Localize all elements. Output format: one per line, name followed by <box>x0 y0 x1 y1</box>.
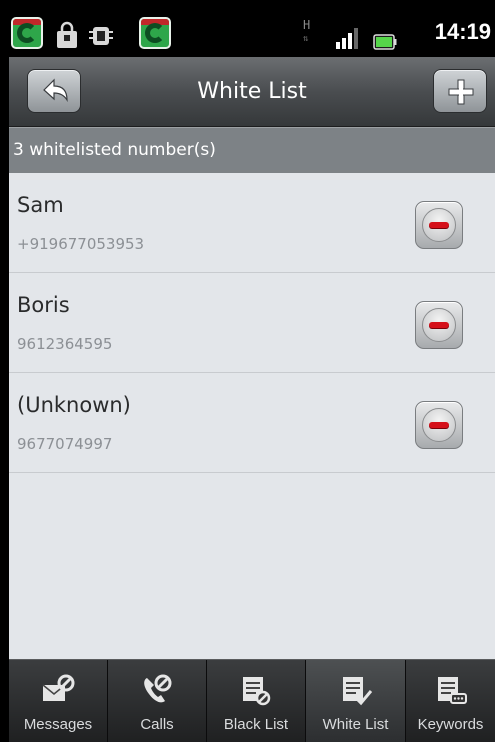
signal-strength-icon <box>336 28 358 49</box>
tab-keywords[interactable]: Keywords <box>406 660 495 742</box>
debug-chip-icon <box>89 27 113 45</box>
tab-label: Calls <box>140 716 174 733</box>
remove-button[interactable] <box>415 201 463 249</box>
list-keyword-icon <box>437 677 467 704</box>
tab-label: Black List <box>223 716 289 733</box>
remove-button[interactable] <box>415 301 463 349</box>
phone-block-icon <box>144 674 172 703</box>
minus-icon <box>422 308 456 342</box>
whitelist-count-text: 3 whitelisted number(s) <box>13 140 216 160</box>
comodo-app-icon <box>11 17 43 49</box>
whitelist: Sam +919677053953 Boris 9612364595 (Unkn… <box>9 173 495 473</box>
tab-calls[interactable]: Calls <box>108 660 207 742</box>
contact-name: (Unknown) <box>17 393 131 417</box>
plus-icon <box>448 79 474 105</box>
network-type-indicator: H ⇅ <box>303 18 311 44</box>
envelope-block-icon <box>42 674 75 701</box>
remove-button[interactable] <box>415 401 463 449</box>
tab-label: Messages <box>23 716 93 733</box>
shopping-bag-icon <box>57 21 77 48</box>
tab-black-list[interactable]: Black List <box>207 660 306 742</box>
add-number-button[interactable] <box>433 69 487 113</box>
minus-icon <box>422 408 456 442</box>
contact-name: Boris <box>17 293 70 317</box>
minus-icon <box>422 208 456 242</box>
app-screen: H ⇅ 14:19 White List 3 whitelisted numbe… <box>9 9 495 742</box>
list-item[interactable]: Boris 9612364595 <box>9 273 495 373</box>
comodo-app-icon-secondary <box>139 17 171 49</box>
tab-label: Keywords <box>417 716 484 733</box>
page-title: White List <box>197 79 307 104</box>
battery-icon <box>373 34 397 50</box>
whitelist-count-header: 3 whitelisted number(s) <box>9 127 495 173</box>
status-bar: H ⇅ 14:19 <box>9 9 495 57</box>
tab-white-list[interactable]: White List <box>306 660 406 742</box>
clock: 14:19 <box>434 19 491 44</box>
bottom-tab-bar: Messages Calls Black List White List Key… <box>9 659 495 742</box>
network-type-label: H <box>303 18 311 32</box>
list-block-icon <box>243 677 271 706</box>
list-item[interactable]: (Unknown) 9677074997 <box>9 373 495 473</box>
contact-name: Sam <box>17 193 64 217</box>
title-bar: White List <box>9 57 495 127</box>
list-check-icon <box>342 677 372 706</box>
tab-messages[interactable]: Messages <box>9 660 108 742</box>
contact-number: 9612364595 <box>17 335 113 353</box>
contact-number: +919677053953 <box>17 235 145 253</box>
list-item[interactable]: Sam +919677053953 <box>9 173 495 273</box>
contact-number: 9677074997 <box>17 435 113 453</box>
tab-label: White List <box>322 716 389 733</box>
